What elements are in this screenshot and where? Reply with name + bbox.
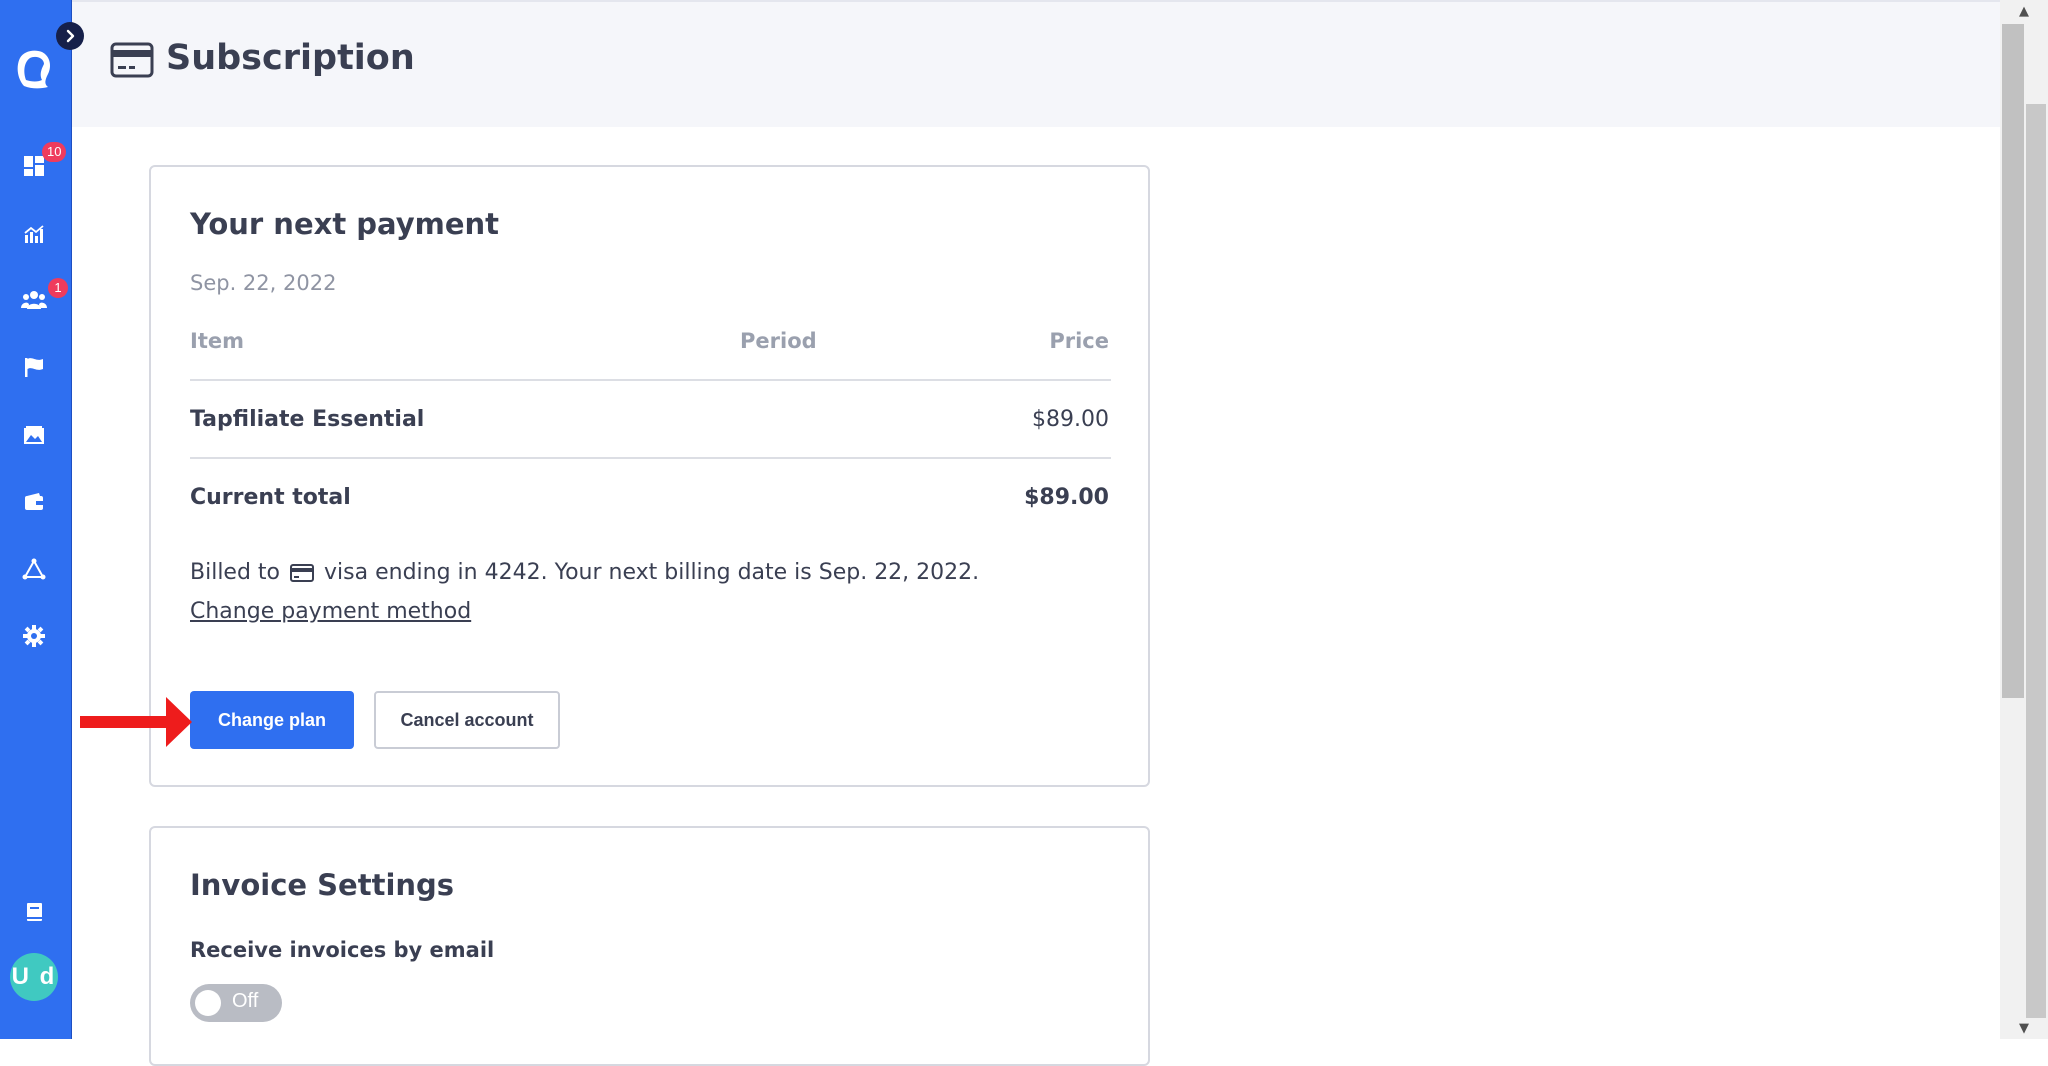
- change-plan-button[interactable]: Change plan: [190, 691, 354, 749]
- users-icon: [21, 291, 47, 309]
- sidebar-item-payouts[interactable]: [18, 486, 50, 518]
- scrollbar-thumb[interactable]: [2002, 24, 2024, 698]
- sidebar-item-dashboard[interactable]: 10: [18, 142, 67, 182]
- avatar[interactable]: U d: [10, 953, 58, 1001]
- sidebar-toggle-button[interactable]: [56, 22, 84, 50]
- change-payment-method-link[interactable]: Change payment method: [190, 599, 471, 624]
- sidebar-item-reports[interactable]: [18, 218, 50, 250]
- total-value: $89.00: [1024, 485, 1109, 510]
- chevron-right-icon: [66, 29, 75, 43]
- divider: [190, 379, 1111, 381]
- sidebar-item-docs[interactable]: [18, 897, 50, 929]
- invoice-email-toggle[interactable]: Off: [190, 984, 282, 1022]
- billing-info: Billed to visa ending in 4242. Your next…: [190, 560, 979, 585]
- billed-prefix: Billed to: [190, 560, 281, 585]
- app-logo[interactable]: [14, 48, 54, 90]
- arrow-annotation-icon: [80, 697, 192, 747]
- total-label: Current total: [190, 485, 351, 510]
- sidebar-item-integrations[interactable]: [18, 553, 50, 585]
- page-title: Subscription: [166, 38, 415, 78]
- cancel-account-button[interactable]: Cancel account: [374, 691, 560, 749]
- image-icon: [24, 426, 44, 444]
- network-icon: [22, 558, 46, 580]
- receive-invoices-label: Receive invoices by email: [190, 938, 495, 962]
- chart-icon: [24, 225, 44, 243]
- wallet-icon: [25, 493, 43, 510]
- scroll-up-arrow-icon[interactable]: ▲: [2000, 0, 2048, 22]
- notification-badge: 1: [48, 278, 68, 298]
- notification-badge: 10: [42, 142, 67, 162]
- column-header-item: Item: [190, 329, 244, 353]
- invoice-settings-card: Invoice Settings Receive invoices by ema…: [149, 826, 1150, 1066]
- column-header-period: Period: [740, 329, 817, 353]
- sidebar-item-affiliates[interactable]: 1: [18, 278, 68, 316]
- line-item-name: Tapfiliate Essential: [190, 407, 425, 432]
- sidebar-item-programs[interactable]: [18, 351, 50, 383]
- payment-date: Sep. 22, 2022: [190, 271, 337, 295]
- gear-icon: [23, 625, 45, 647]
- sidebar-item-settings[interactable]: [18, 620, 50, 652]
- card-title: Invoice Settings: [190, 868, 455, 902]
- sidebar-item-assets[interactable]: [18, 419, 50, 451]
- flag-icon: [25, 358, 43, 377]
- sidebar: 10 1 U d: [0, 0, 84, 1039]
- scrollbar-thumb-outer[interactable]: [2026, 104, 2046, 1018]
- page-header: Subscription: [72, 0, 2000, 127]
- line-item-price: $89.00: [1032, 407, 1109, 432]
- divider: [190, 457, 1111, 459]
- scroll-down-arrow-icon[interactable]: ▼: [2000, 1017, 2048, 1039]
- card-title: Your next payment: [190, 207, 500, 241]
- toggle-knob: [195, 990, 221, 1016]
- next-payment-card: Your next payment Sep. 22, 2022 Item Per…: [149, 165, 1150, 787]
- column-header-price: Price: [1049, 329, 1109, 353]
- dashboard-grid-icon: [24, 156, 44, 176]
- book-icon: [27, 903, 42, 921]
- billed-details: visa ending in 4242. Your next billing d…: [324, 560, 980, 585]
- credit-card-icon: [290, 563, 315, 582]
- credit-card-icon: [110, 42, 154, 78]
- toggle-state: Off: [232, 990, 259, 1012]
